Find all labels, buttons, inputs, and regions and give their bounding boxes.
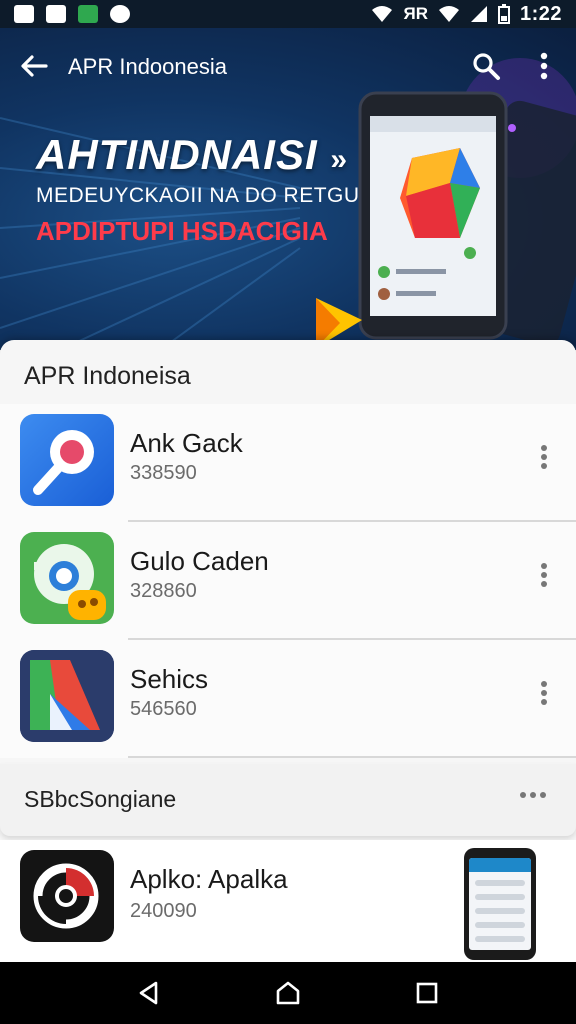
divider [128, 756, 576, 758]
clock: 1:22 [519, 2, 562, 25]
app-name: Sehics [130, 664, 209, 694]
app-number: 240090 [130, 900, 197, 922]
play-app-icon [20, 650, 114, 742]
app-name: Aplko: Apalka [130, 864, 288, 894]
navigation-bar [0, 962, 576, 1024]
app-number: 546560 [130, 698, 197, 720]
search-app-icon [20, 414, 114, 506]
wifi-icon [372, 6, 393, 22]
hero-tagline: APDIPTUPI HSDACIGIA [36, 216, 328, 246]
gallery-icon [78, 5, 98, 23]
wifi-icon [438, 6, 459, 22]
section-overflow-icon[interactable] [520, 792, 546, 798]
status-bar: ЯR 1:22 [0, 0, 576, 28]
battery-icon [497, 4, 510, 24]
media-app-icon [20, 850, 114, 942]
list-item[interactable]: Sehics 546560 [0, 640, 576, 758]
section-title: APR Indoneisa [24, 362, 191, 390]
item-overflow-icon[interactable] [534, 678, 554, 712]
app-name: Gulo Caden [130, 546, 269, 576]
chat-app-icon [20, 532, 114, 624]
hero-banner: APR Indoonesia AHTINDNAISI » MEDEUYCKAOI… [0, 28, 576, 350]
notification-icon [46, 5, 66, 23]
overflow-menu-icon[interactable] [530, 50, 558, 82]
phone-thumbnail [464, 848, 536, 960]
item-overflow-icon[interactable] [534, 442, 554, 476]
list-item[interactable]: Ank Gack 338590 [0, 404, 576, 522]
list-item[interactable]: Aplko: Apalka 240090 [0, 840, 576, 962]
system-icons: ЯR 1:22 [371, 3, 562, 26]
signal-icon [470, 6, 487, 22]
app-name: Ank Gack [130, 428, 243, 458]
nav-recents-icon[interactable] [405, 971, 449, 1015]
phone-illustration [316, 91, 576, 348]
list-item[interactable]: Gulo Caden 328860 [0, 522, 576, 640]
app-number: 328860 [130, 580, 197, 602]
nav-back-icon[interactable] [127, 971, 171, 1015]
section-header: SBbcSongiane [0, 764, 576, 836]
section-title: SBbcSongiane [24, 786, 177, 812]
app-icon [110, 5, 130, 23]
page-title: APR Indoonesia [68, 54, 227, 79]
item-overflow-icon[interactable] [534, 560, 554, 594]
notification-icon [14, 5, 34, 23]
nav-home-icon[interactable] [266, 971, 310, 1015]
search-icon[interactable] [470, 50, 502, 82]
app-number: 338590 [130, 462, 197, 484]
notification-icons [14, 5, 130, 23]
network-label: ЯR [403, 4, 428, 23]
back-arrow-icon[interactable] [18, 50, 50, 82]
